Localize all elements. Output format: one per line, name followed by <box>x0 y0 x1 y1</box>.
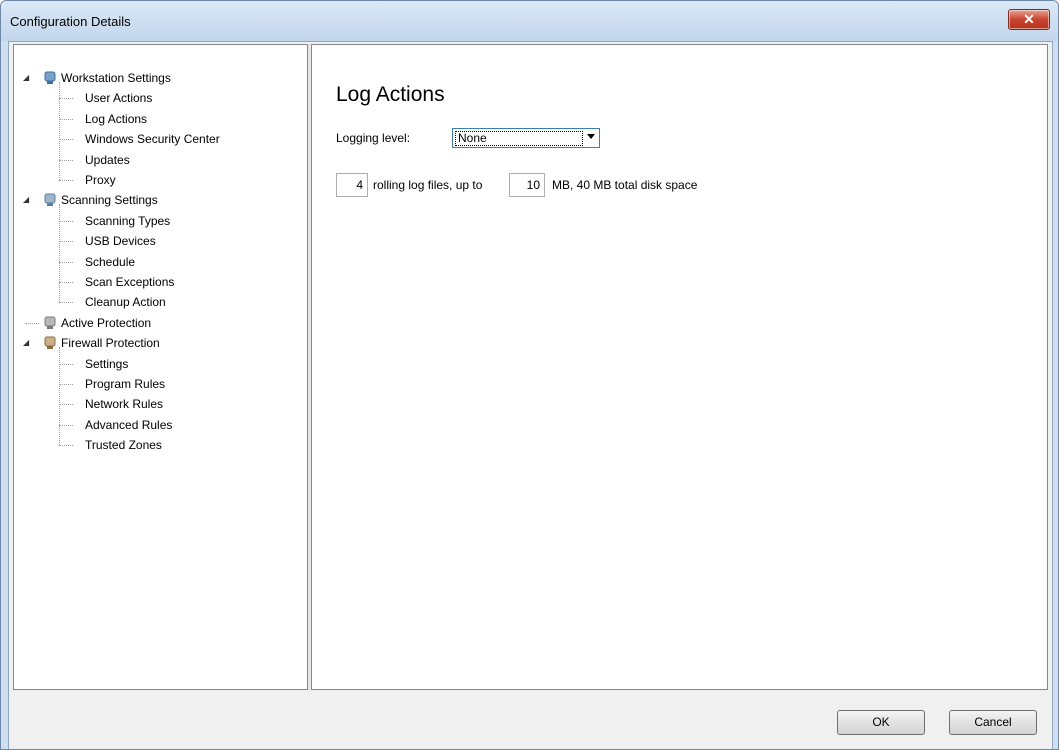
tree-item-label: Log Actions <box>85 111 148 126</box>
tree-item-program-rules[interactable]: Program Rules <box>14 374 304 394</box>
logging-level-dropdown[interactable]: None <box>452 128 600 148</box>
tree-node-scanning-settings[interactable]: ◢ Scanning Settings <box>14 190 304 210</box>
window-title: Configuration Details <box>10 14 131 29</box>
dialog-client-area: ◢ Workstation Settings User Actions Log Act… <box>8 41 1053 749</box>
expand-toggle-icon[interactable]: ◢ <box>23 196 31 204</box>
tree-item-settings[interactable]: Settings <box>14 354 304 374</box>
tree-connector <box>59 159 73 161</box>
title-bar[interactable]: Configuration Details ✕ <box>1 1 1058 41</box>
tree-item-label: Cleanup Action <box>85 295 166 310</box>
tree-connector <box>59 180 73 181</box>
tree-connector-vertical <box>59 82 60 180</box>
tree-item-label: Scan Exceptions <box>85 275 175 289</box>
workstation-icon <box>41 70 59 86</box>
tree-item-windows-security-center[interactable]: Windows Security Center <box>14 129 304 149</box>
tree-item-label: Advanced Rules <box>85 417 173 432</box>
page-title: Log Actions <box>336 83 445 106</box>
tree-connector <box>59 384 73 385</box>
tree-item-scan-exceptions[interactable]: Scan Exceptions <box>14 272 304 292</box>
tree-connector <box>59 139 73 141</box>
tree-item-scanning-types[interactable]: Scanning Types <box>14 211 304 231</box>
settings-tree-pane: ◢ Workstation Settings User Actions Log Act… <box>13 44 308 690</box>
size-label: MB, 40 MB total disk space <box>552 178 698 192</box>
tree-item-label: Program Rules <box>85 377 166 391</box>
configuration-details-window: Configuration Details ✕ ◢ Workstation Set… <box>0 0 1059 750</box>
expand-toggle-icon[interactable]: ◢ <box>23 74 31 82</box>
tree-item-label: User Actions <box>85 91 153 106</box>
tree-connector <box>59 302 73 304</box>
settings-tree[interactable]: ◢ Workstation Settings User Actions Log Act… <box>14 45 307 689</box>
close-button[interactable]: ✕ <box>1008 9 1050 30</box>
tree-connector <box>59 445 73 447</box>
tree-connector-vertical <box>59 204 60 303</box>
tree-item-label: Network Rules <box>85 397 164 412</box>
tree-item-advanced-rules[interactable]: Advanced Rules <box>14 415 304 435</box>
tree-node-label: Firewall Protection <box>61 336 160 351</box>
tree-connector <box>59 404 73 406</box>
tree-item-proxy[interactable]: Proxy <box>14 170 304 190</box>
tree-node-firewall-protection[interactable]: ◢ Firewall Protection <box>14 333 304 353</box>
tree-item-label: Schedule <box>85 254 136 269</box>
tree-item-schedule[interactable]: Schedule <box>14 252 304 272</box>
tree-node-label: Active Protection <box>61 315 152 330</box>
tree-item-network-rules[interactable]: Network Rules <box>14 394 304 414</box>
active-protection-icon <box>41 315 59 331</box>
tree-connector <box>59 118 73 120</box>
close-icon: ✕ <box>1023 11 1035 27</box>
tree-connector <box>59 220 73 222</box>
content-pane: Log Actions Logging level: None 4 rollin… <box>311 44 1048 690</box>
max-size-input[interactable]: 10 <box>509 173 545 197</box>
tree-item-user-actions[interactable]: User Actions <box>14 88 304 108</box>
ok-button[interactable]: OK <box>837 710 925 735</box>
tree-connector <box>59 363 73 365</box>
tree-item-trusted-zones[interactable]: Trusted Zones <box>14 435 304 455</box>
tree-node-workstation-settings[interactable]: ◢ Workstation Settings <box>14 68 304 88</box>
tree-item-label: Windows Security Center <box>85 132 220 147</box>
tree-item-usb-devices[interactable]: USB Devices <box>14 231 304 251</box>
tree-node-label: Scanning Settings <box>61 193 158 208</box>
firewall-icon <box>41 335 59 351</box>
tree-item-log-actions[interactable]: Log Actions <box>14 109 304 129</box>
tree-item-label: USB Devices <box>85 234 156 249</box>
tree-item-label: Settings <box>85 356 129 371</box>
rolling-log-count-input[interactable]: 4 <box>336 173 368 197</box>
tree-item-label: Trusted Zones <box>85 438 162 453</box>
tree-item-updates[interactable]: Updates <box>14 150 304 170</box>
tree-connector <box>59 98 73 100</box>
tree-item-cleanup-action[interactable]: Cleanup Action <box>14 292 304 312</box>
expand-toggle-icon[interactable]: ◢ <box>23 339 31 347</box>
chevron-down-icon <box>587 134 595 139</box>
rolling-log-label: rolling log files, up to <box>373 178 483 192</box>
tree-connector <box>59 282 73 283</box>
tree-connector-vertical <box>59 347 60 446</box>
logging-level-value: None <box>455 131 583 146</box>
tree-connector <box>59 261 73 263</box>
tree-item-label: Scanning Types <box>85 213 171 228</box>
tree-connector <box>59 241 73 243</box>
dialog-footer: OK Cancel <box>9 690 1052 749</box>
cancel-button[interactable]: Cancel <box>949 710 1037 735</box>
tree-connector <box>59 424 73 426</box>
tree-item-label: Proxy <box>85 173 116 187</box>
tree-node-active-protection[interactable]: Active Protection <box>14 313 304 333</box>
scanning-icon <box>41 192 59 208</box>
tree-node-label: Workstation Settings <box>61 71 171 85</box>
tree-item-label: Updates <box>85 152 130 167</box>
tree-connector <box>25 322 39 324</box>
split-container: ◢ Workstation Settings User Actions Log Act… <box>13 44 1048 690</box>
logging-level-label: Logging level: <box>336 131 411 145</box>
